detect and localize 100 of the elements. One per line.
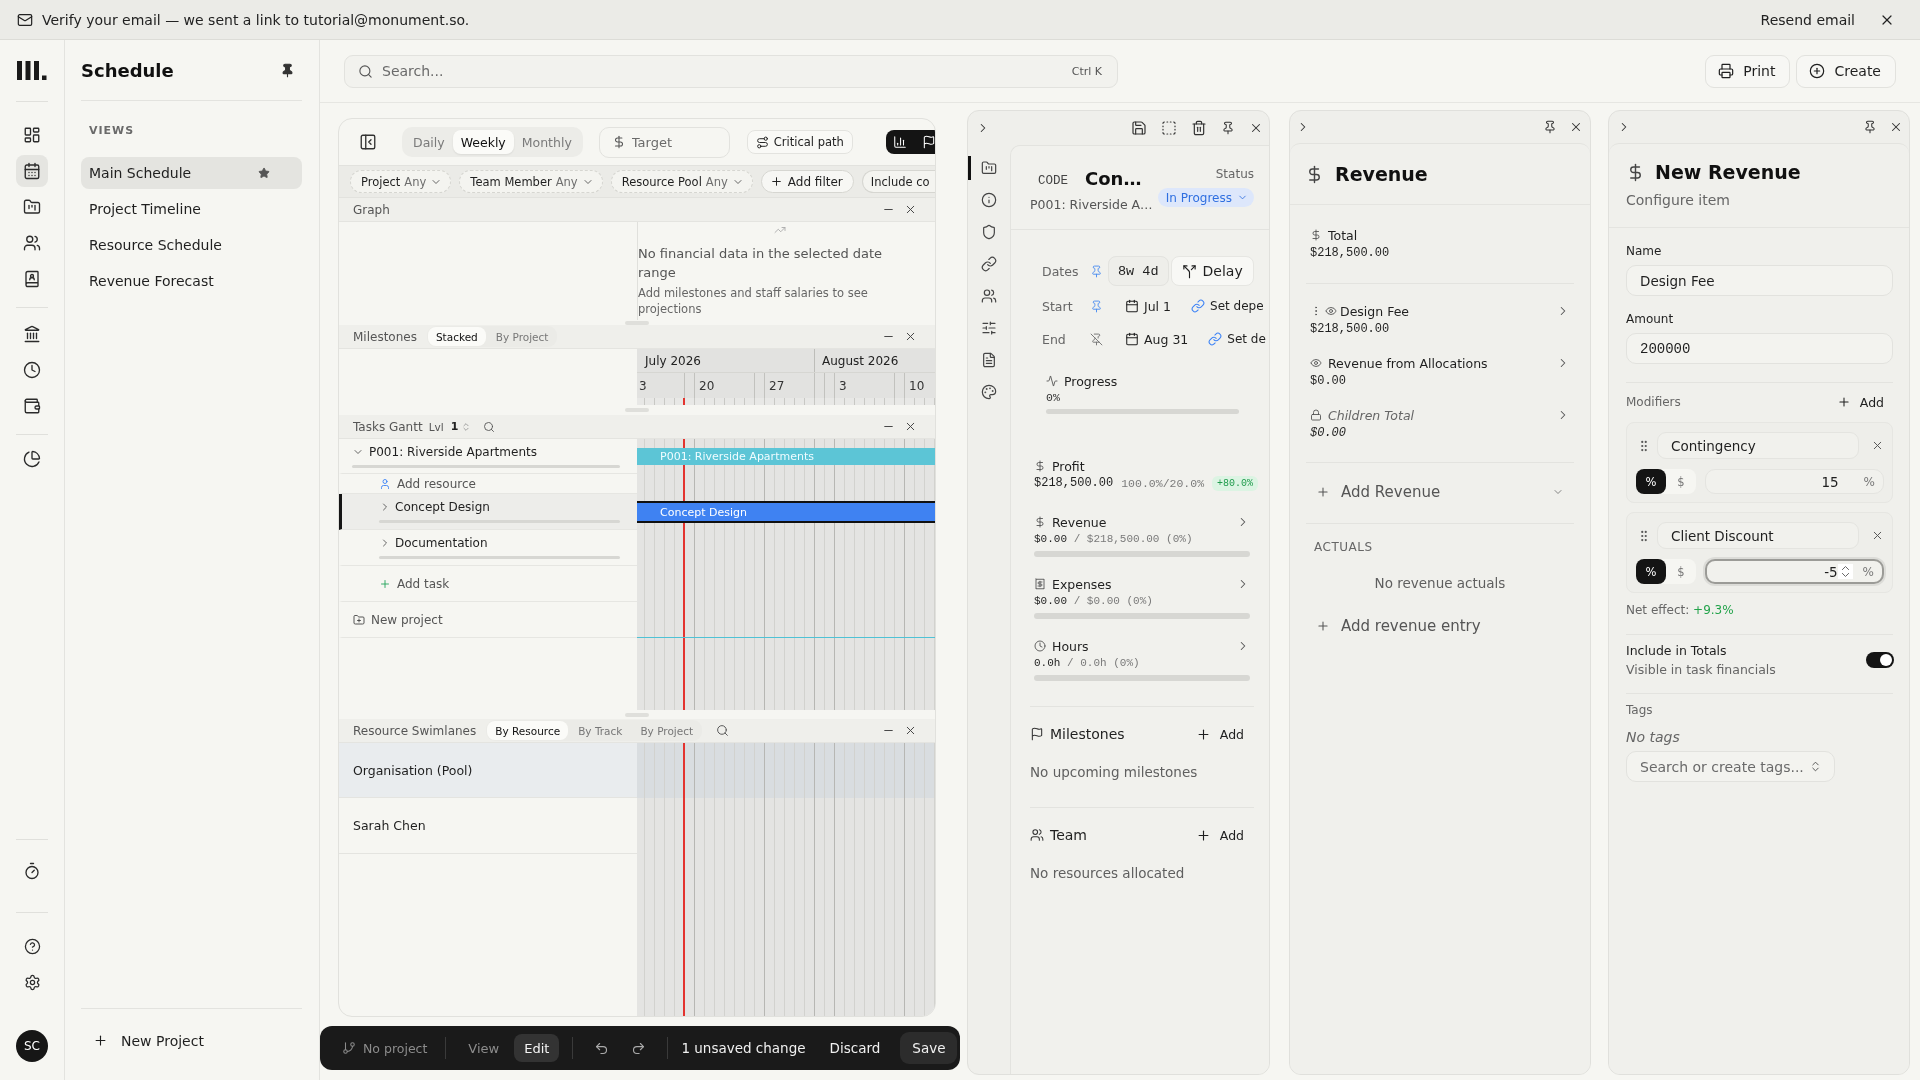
nav-button[interactable] — [16, 155, 48, 187]
sidebar-panel-icon[interactable] — [359, 133, 377, 151]
period-tab[interactable]: Monthly — [513, 130, 580, 154]
tags-search-input[interactable]: Search or create tags... — [1640, 758, 1803, 775]
tags-combobox[interactable]: Search or create tags... — [1626, 751, 1835, 782]
search-input[interactable]: Search... — [382, 63, 1063, 79]
view-item[interactable]: Resource Schedule — [81, 229, 302, 261]
unit-button[interactable]: $ — [1666, 559, 1696, 584]
close-icon[interactable] — [904, 420, 917, 433]
close-icon[interactable] — [904, 330, 917, 343]
filter-chip[interactable]: Project Any — [350, 170, 452, 193]
help-icon — [23, 937, 41, 955]
add-button[interactable]: Add — [1195, 726, 1244, 742]
resend-email-link[interactable]: Resend email — [1760, 11, 1855, 28]
bar-chart-icon[interactable] — [892, 135, 907, 149]
revenue-item-label[interactable]: Revenue from Allocations — [1328, 355, 1488, 371]
new-project-button[interactable]: New project — [353, 612, 443, 627]
add-revenue-entry-button[interactable]: Add revenue entry — [1316, 617, 1481, 635]
target-input[interactable]: Target — [631, 134, 719, 150]
dashed-square-icon[interactable] — [1161, 120, 1177, 136]
close-icon[interactable] — [904, 203, 917, 216]
unit-button[interactable]: % — [1636, 559, 1666, 584]
search-icon[interactable] — [716, 724, 730, 737]
up-down-arrows-icon[interactable] — [1837, 564, 1853, 579]
search-icon[interactable] — [483, 420, 496, 433]
dependency-link[interactable]: Set de — [1208, 332, 1266, 346]
duration-field[interactable]: 8w 4d — [1108, 256, 1169, 286]
close-icon[interactable] — [1871, 529, 1884, 542]
task-row[interactable]: Concept Design — [339, 494, 637, 530]
layout-tab[interactable]: Stacked — [427, 327, 486, 346]
close-icon[interactable] — [904, 724, 917, 737]
add-filter-button[interactable]: Add filter — [760, 170, 854, 193]
dependency-link[interactable]: Set depe — [1191, 299, 1264, 313]
eye-icon[interactable] — [1310, 357, 1322, 369]
search-field[interactable]: Search... Ctrl K — [344, 54, 1118, 88]
add-task-button[interactable]: Add task — [379, 576, 450, 591]
date-picker[interactable]: Jul 1 — [1125, 298, 1171, 314]
unit-button[interactable]: % — [1636, 469, 1666, 494]
add-button[interactable]: Add — [1836, 394, 1884, 410]
revenue-item-label[interactable]: Children Total — [1328, 407, 1415, 423]
close-icon[interactable] — [1871, 439, 1884, 452]
task-row[interactable]: Documentation — [339, 530, 637, 566]
critical-path-button[interactable]: Critical path — [746, 130, 853, 154]
eye-icon[interactable] — [1325, 305, 1337, 317]
close-icon[interactable] — [1889, 120, 1903, 134]
modifier-value-field[interactable]: 15 % — [1705, 469, 1884, 494]
filter-chip[interactable]: Resource Pool Any — [610, 170, 753, 193]
layout-tab[interactable]: By Project — [632, 721, 702, 740]
pin-icon[interactable] — [1543, 120, 1557, 134]
close-icon[interactable] — [1249, 121, 1263, 135]
swimlane-label[interactable]: Organisation (Pool) — [339, 743, 637, 798]
task-bar[interactable]: Concept Design — [637, 501, 935, 523]
period-tab[interactable]: Daily — [405, 130, 453, 154]
pin-icon[interactable] — [1221, 121, 1235, 135]
discard-button[interactable]: Discard — [817, 1032, 893, 1064]
modifier-value-field[interactable]: -5 % — [1705, 559, 1884, 584]
new-project-button[interactable]: New Project — [93, 1032, 204, 1049]
period-tab[interactable]: Weekly — [452, 130, 514, 154]
layout-tab[interactable]: By Track — [570, 721, 631, 740]
close-icon[interactable] — [1569, 120, 1583, 134]
date-picker[interactable]: Aug 31 — [1125, 331, 1189, 347]
add-revenue-button[interactable]: Add Revenue — [1316, 483, 1441, 501]
unit-button[interactable]: $ — [1666, 469, 1696, 494]
flag-icon[interactable] — [921, 135, 935, 149]
filter-chip[interactable]: Team Member Any — [459, 170, 603, 193]
redo-icon[interactable] — [631, 1040, 647, 1056]
include-toggle[interactable] — [1866, 652, 1894, 668]
include-chip[interactable]: Include co — [861, 170, 935, 193]
mode-tab[interactable]: View — [458, 1034, 510, 1062]
status-select[interactable]: In Progress — [1157, 188, 1254, 207]
revenue-item-label[interactable]: Design Fee — [1340, 303, 1410, 319]
pin-icon[interactable] — [1863, 120, 1877, 134]
save-button[interactable]: Save — [900, 1032, 958, 1064]
modifier-value-input[interactable]: 15 — [1714, 473, 1839, 490]
undo-icon[interactable] — [594, 1040, 610, 1056]
view-item[interactable]: Revenue Forecast — [81, 265, 302, 297]
name-input[interactable]: Design Fee — [1626, 265, 1893, 296]
star-icon[interactable] — [258, 167, 270, 179]
amount-input[interactable]: 200000 — [1626, 333, 1893, 364]
view-item[interactable]: Main Schedule — [81, 157, 302, 189]
delay-button[interactable]: Delay — [1170, 256, 1254, 286]
pin-off-icon[interactable] — [1090, 332, 1103, 346]
field-label: Name — [1626, 244, 1662, 258]
modifier-name-input[interactable]: Client Discount — [1657, 522, 1859, 549]
clock-icon — [23, 361, 41, 379]
modifier-value-input[interactable]: -5 — [1715, 563, 1838, 580]
layout-tab[interactable]: By Project — [487, 327, 557, 346]
add-resource-button[interactable]: Add resource — [379, 476, 476, 491]
user-avatar[interactable]: SC — [16, 1030, 48, 1062]
project-row[interactable]: P001: Riverside Apartments — [339, 439, 637, 474]
print-button[interactable]: Print — [1705, 54, 1791, 88]
modifier-name-input[interactable]: Contingency — [1657, 432, 1859, 459]
pin-icon[interactable] — [280, 62, 295, 78]
view-item[interactable]: Project Timeline — [81, 193, 302, 225]
create-button[interactable]: Create — [1796, 54, 1896, 88]
mode-tab[interactable]: Edit — [514, 1034, 560, 1062]
trash-icon[interactable] — [1191, 120, 1207, 136]
layout-tab[interactable]: By Resource — [487, 721, 569, 740]
target-field[interactable]: Target — [598, 126, 730, 158]
add-button[interactable]: Add — [1195, 827, 1244, 843]
